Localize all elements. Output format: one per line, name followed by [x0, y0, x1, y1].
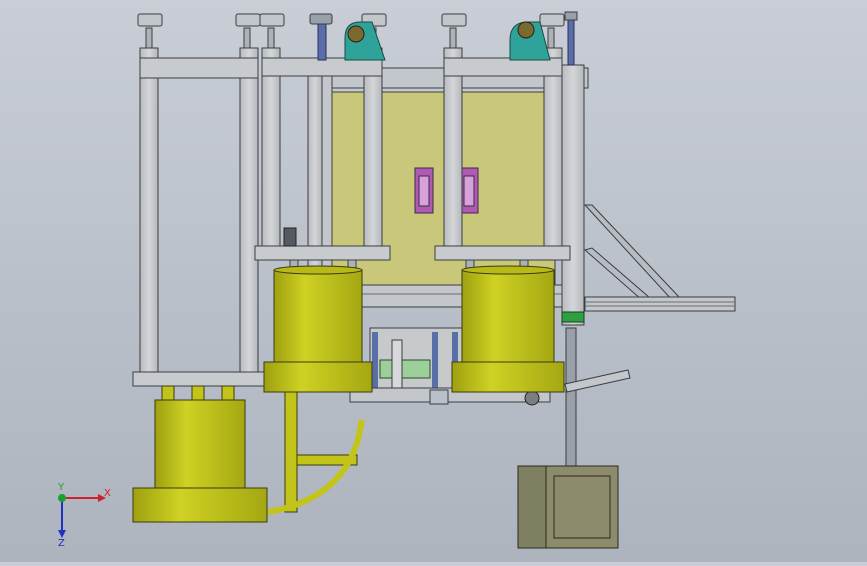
cylinder-right: [451, 265, 565, 393]
cylinder-middle: [263, 265, 373, 393]
assembly-model[interactable]: [0, 0, 867, 562]
cylinder-bottom-left: [132, 385, 268, 523]
y-axis-dot: [58, 494, 66, 502]
frame-left: [132, 13, 274, 387]
motor-box: [517, 465, 619, 549]
toggle-clamp-right: [509, 21, 551, 61]
axis-triad: X Y Z: [57, 482, 111, 549]
z-axis-label: Z: [58, 538, 65, 549]
toggle-clamp-middle: [344, 21, 386, 61]
cad-viewport[interactable]: X Y Z: [0, 0, 867, 562]
y-axis-label: Y: [57, 482, 65, 493]
diagonal-brace: [583, 204, 736, 312]
support-bracket: [267, 391, 365, 515]
x-axis-label: X: [104, 488, 111, 499]
